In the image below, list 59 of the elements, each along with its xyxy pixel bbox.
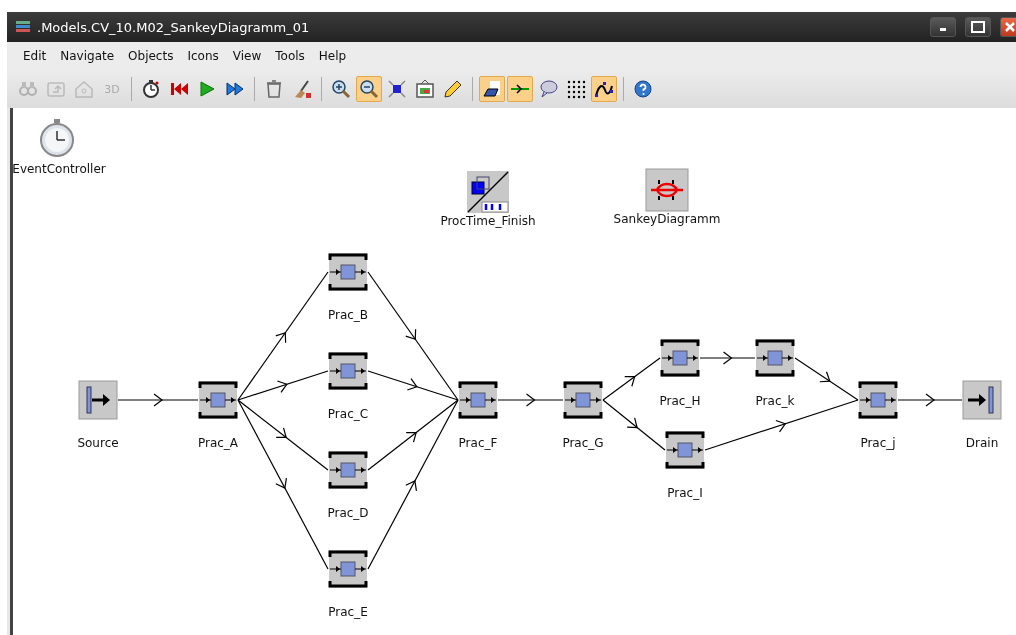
eraser-icon <box>481 78 503 100</box>
source-icon[interactable] <box>78 380 118 420</box>
menu-item[interactable]: View <box>226 46 268 66</box>
node-label: Drain <box>965 436 999 450</box>
fit-icon <box>386 78 408 100</box>
home-icon <box>73 78 95 100</box>
table-icon[interactable] <box>466 170 510 214</box>
node-label: Prac_E <box>328 605 368 619</box>
node-label: Prac_H <box>659 394 701 408</box>
node-label: Prac_A <box>197 436 239 450</box>
menu-item[interactable]: Tools <box>269 46 311 66</box>
station-icon[interactable] <box>660 338 700 378</box>
comment-icon <box>537 78 559 100</box>
dot-grid-icon <box>565 78 587 100</box>
node-label: Prac_I <box>667 486 703 500</box>
node-label: Prac_j <box>860 436 896 450</box>
help-icon <box>632 78 654 100</box>
minimize-button[interactable] <box>930 17 956 37</box>
zoom-in-icon <box>330 78 352 100</box>
node-label: Prac_F <box>458 436 498 450</box>
station-icon[interactable] <box>458 380 498 420</box>
drain-icon[interactable] <box>962 380 1002 420</box>
object-label: EventController <box>12 162 106 176</box>
object-label: ProcTime_Finish <box>440 214 536 228</box>
maximize-button[interactable] <box>965 17 991 37</box>
station-icon[interactable] <box>328 450 368 490</box>
zoom-out-tool-button[interactable] <box>356 76 382 102</box>
icon-mode-tool-button[interactable] <box>479 76 505 102</box>
close-button[interactable] <box>1000 17 1016 37</box>
window-title: .Models.CV_10.M02_SankeyDiagramm_01 <box>37 19 311 35</box>
app-icon <box>15 20 31 34</box>
zoom-out-icon <box>358 78 380 100</box>
stopwatch-icon <box>140 78 162 100</box>
station-icon[interactable] <box>328 549 368 589</box>
station-icon[interactable] <box>328 252 368 292</box>
station-icon[interactable] <box>563 380 603 420</box>
menu-item[interactable]: Icons <box>181 46 225 66</box>
maximize-icon <box>971 21 985 33</box>
station-icon[interactable] <box>328 351 368 391</box>
close-icon <box>1002 21 1015 33</box>
curve-tool-button[interactable] <box>591 76 617 102</box>
connector-tool-button[interactable] <box>507 76 533 102</box>
menu-item[interactable]: Help <box>312 46 353 66</box>
node-label: Prac_D <box>327 506 369 520</box>
menu-item[interactable]: Edit <box>17 46 53 66</box>
station-icon[interactable] <box>755 338 795 378</box>
pencil-icon <box>442 78 464 100</box>
node-label: Prac_k <box>755 394 795 408</box>
object-label: SankeyDiagramm <box>613 212 721 226</box>
node-label: Prac_G <box>562 436 604 450</box>
picture-frame-icon <box>414 78 436 100</box>
station-icon[interactable] <box>665 430 705 470</box>
station-icon[interactable] <box>198 380 238 420</box>
menu-item[interactable]: Objects <box>122 46 180 66</box>
node-label: Prac_B <box>327 308 369 322</box>
node-label: Prac_C <box>327 407 369 421</box>
node-label: Source <box>77 436 119 450</box>
station-icon[interactable] <box>858 380 898 420</box>
menu-item[interactable]: Navigate <box>54 46 121 66</box>
